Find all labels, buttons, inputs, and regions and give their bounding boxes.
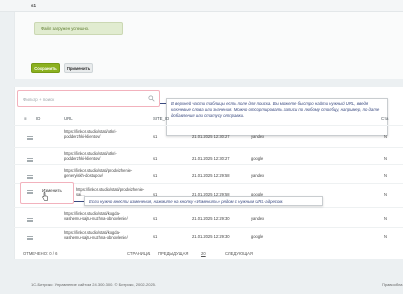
row-menu-icon[interactable]: [27, 236, 33, 241]
save-button[interactable]: Сохранить: [31, 63, 60, 73]
site-label: s1: [31, 3, 37, 8]
bottom-bar: 1С-Битрикс: Управление сайтом 24.300.300…: [0, 277, 403, 294]
header-url[interactable]: URL: [64, 116, 73, 121]
header-settings-icon[interactable]: ≡: [24, 116, 27, 121]
filter-search-box[interactable]: [17, 90, 160, 107]
row-menu-icon[interactable]: [27, 158, 33, 163]
next-page-link[interactable]: СЛЕДУЮЩАЯ: [225, 251, 253, 256]
prev-page-link[interactable]: ПРЕДЫДУЩАЯ: [158, 251, 188, 256]
selected-count: ОТМЕЧЕНО: 0 / 6: [23, 251, 58, 256]
row-menu-icon[interactable]: [27, 175, 33, 180]
table-footer: ОТМЕЧЕНО: 0 / 6 СТРАНИЦА 1 ПРЕДЫДУЩАЯ 20…: [14, 249, 403, 259]
site-cell: s1: [153, 156, 158, 161]
date-cell: 21.01.2025 12:30:27: [192, 156, 230, 161]
url-cell[interactable]: https://linkor.studio/stati/kogda-vashem…: [64, 211, 129, 221]
url-cell[interactable]: https://linkor.studio/stati/otkri-podder…: [64, 151, 129, 161]
status-cell: N: [384, 156, 387, 161]
edit-tip-arrow: [74, 201, 84, 202]
site-cell: s1: [153, 173, 158, 178]
status-cell: N: [384, 234, 387, 239]
status-cell: N: [384, 192, 387, 197]
url-cell[interactable]: https://linkor.studio/stati/prodvizhenie…: [64, 168, 132, 178]
date-cell: 21.01.2025 12:29:30: [192, 216, 230, 221]
copyright-text: 1С-Битрикс: Управление сайтом 24.300.300…: [31, 282, 157, 287]
site-cell: s1: [153, 234, 158, 239]
row-menu-icon[interactable]: [27, 136, 33, 141]
engine-cell: yandex: [251, 134, 265, 139]
site-cell: s1: [153, 216, 158, 221]
engine-cell: yandex: [251, 216, 265, 221]
header-status[interactable]: Ста: [381, 116, 388, 121]
engine-cell: google: [251, 234, 264, 239]
url-cell[interactable]: https://linkor.studio/stati/kogda-vashem…: [64, 230, 129, 240]
status-cell: N: [384, 173, 387, 178]
date-cell: 21.01.2025 12:29:58: [192, 173, 230, 178]
edit-menu-icon[interactable]: [27, 190, 33, 195]
status-cell: N: [384, 134, 387, 139]
status-cell: N: [384, 216, 387, 221]
table-header: ≡ ID URL SITE_ID Ста: [14, 112, 403, 125]
date-cell: 21.01.2025 12:30:27: [192, 134, 230, 139]
table-row[interactable]: https://linkor.studio/stati/kogda-vashem…: [14, 227, 403, 249]
top-bar: s1: [0, 0, 403, 12]
apply-button[interactable]: Применить: [64, 63, 93, 73]
settings-panel: Файл загружен успешно. Сохранить Примени…: [14, 12, 403, 79]
pointer-hand-icon: [42, 192, 48, 201]
page-number: 1: [148, 251, 151, 256]
per-page-select[interactable]: 20: [201, 251, 206, 256]
page-label: СТРАНИЦА: [127, 251, 150, 256]
header-id[interactable]: ID: [36, 116, 40, 121]
header-site-id[interactable]: SITE_ID: [153, 116, 169, 121]
edit-tooltip: Если нужно внести изменения, нажмите на …: [84, 196, 323, 206]
search-input[interactable]: [23, 95, 143, 103]
engine-cell: google: [251, 156, 264, 161]
row-menu-icon[interactable]: [27, 218, 33, 223]
search-icon[interactable]: [148, 95, 155, 102]
url-cell[interactable]: https://linkor.studio/stati/otkri-podder…: [64, 129, 129, 139]
table-row[interactable]: https://linkor.studio/stati/kogda-vashem…: [14, 207, 403, 229]
site-cell: s1: [153, 134, 158, 139]
support-link[interactable]: Правообла: [382, 282, 403, 287]
date-cell: 21.01.2025 12:29:30: [192, 234, 230, 239]
table-row[interactable]: https://linkor.studio/stati/otkri-podder…: [14, 125, 403, 147]
engine-cell: yandex: [251, 173, 265, 178]
success-message: Файл загружен успешно.: [34, 22, 123, 35]
